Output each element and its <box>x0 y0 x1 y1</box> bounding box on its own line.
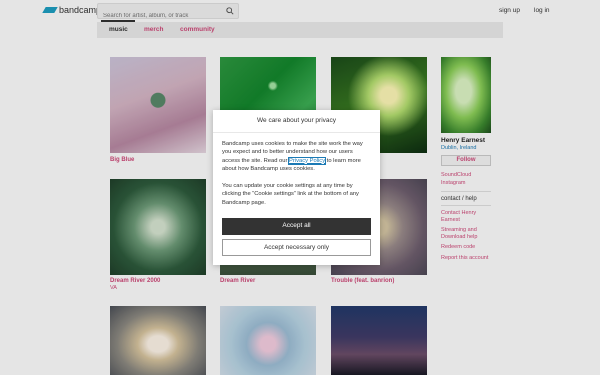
cookie-consent-dialog: We care about your privacy Bandcamp uses… <box>213 110 380 265</box>
accept-all-button[interactable]: Accept all <box>222 218 371 235</box>
cookie-dialog-title: We care about your privacy <box>213 110 380 133</box>
privacy-policy-link[interactable]: Privacy Policy <box>288 156 327 165</box>
cookie-settings-text: You can update your cookie settings at a… <box>222 183 359 206</box>
cookie-dialog-body: Bandcamp uses cookies to make the site w… <box>222 140 372 173</box>
accept-necessary-button[interactable]: Accept necessary only <box>222 239 371 256</box>
